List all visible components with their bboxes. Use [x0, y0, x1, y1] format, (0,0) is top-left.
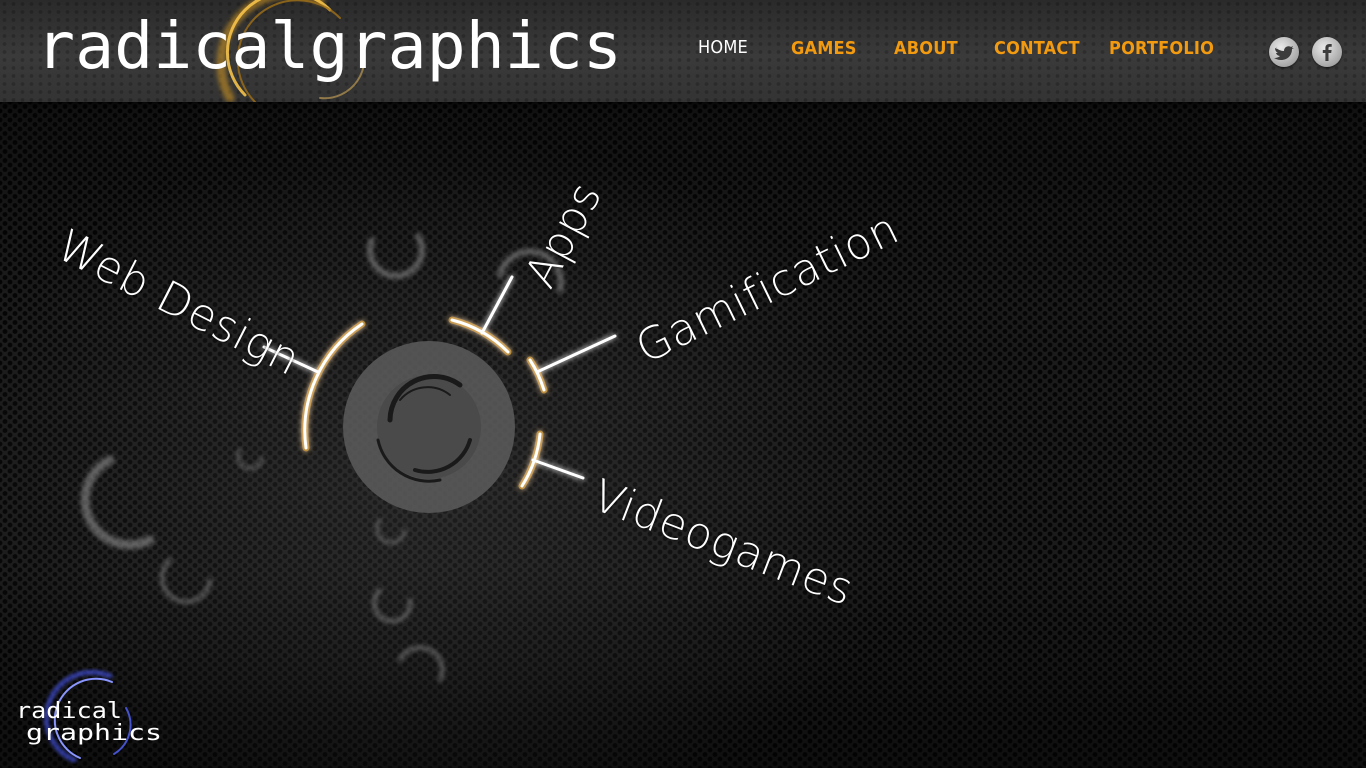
nav-portfolio[interactable]: PORTFOLIO — [1109, 38, 1214, 59]
center-disc-inner — [377, 375, 481, 479]
nav-about[interactable]: ABOUT — [894, 38, 958, 59]
nav-games[interactable]: GAMES — [791, 38, 857, 59]
main-nav: HOME GAMES ABOUT CONTACT PORTFOLIO — [0, 0, 1366, 102]
nav-contact[interactable]: CONTACT — [994, 38, 1080, 59]
site-header: radicalgraphics HOME GAMES ABOUT CONTACT… — [0, 0, 1366, 102]
footer-logo-line2: graphics — [26, 721, 162, 746]
facebook-icon[interactable] — [1312, 37, 1342, 67]
hero-diagram — [80, 233, 617, 682]
nav-home[interactable]: HOME — [698, 37, 748, 58]
twitter-icon[interactable] — [1269, 37, 1299, 67]
footer-logo[interactable]: radical graphics — [10, 668, 170, 764]
